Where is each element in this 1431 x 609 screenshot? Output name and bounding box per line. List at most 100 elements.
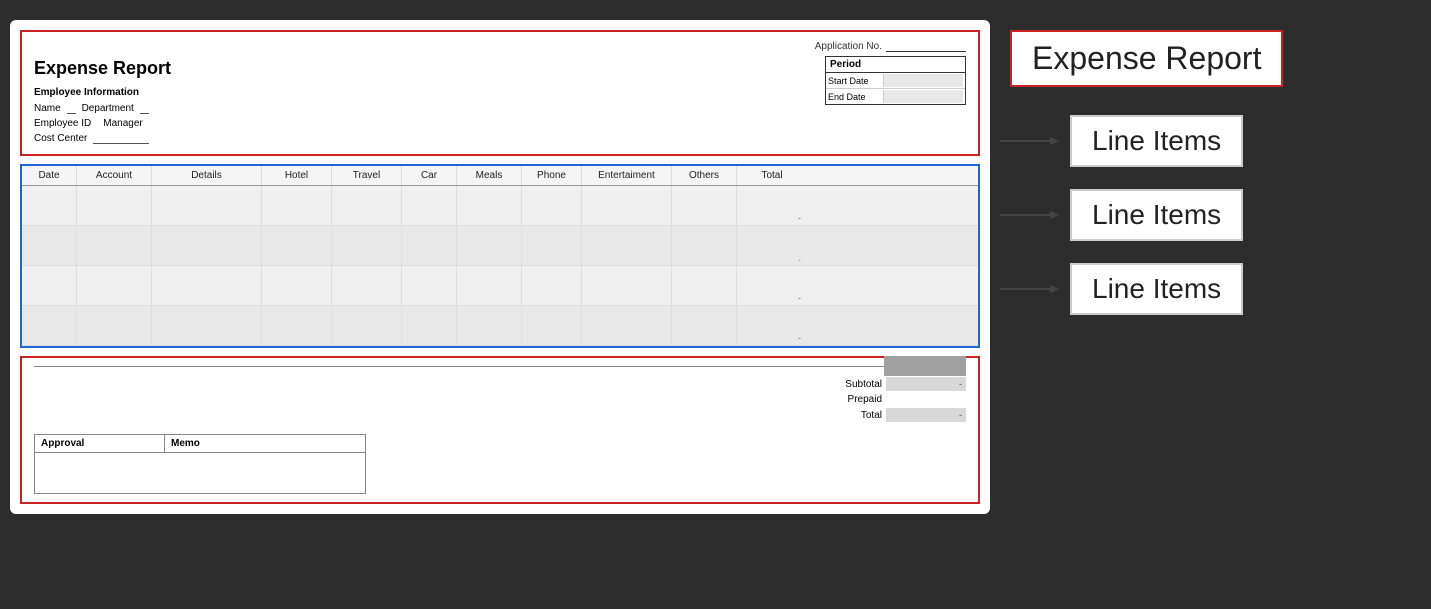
td-total-4: - bbox=[737, 306, 807, 345]
td-details-4 bbox=[152, 306, 262, 345]
td-account-1 bbox=[77, 186, 152, 225]
td-others-3 bbox=[672, 266, 737, 305]
td-date-2 bbox=[22, 226, 77, 265]
td-others-1 bbox=[672, 186, 737, 225]
td-date-1 bbox=[22, 186, 77, 225]
end-date-input[interactable] bbox=[883, 90, 963, 103]
td-travel-2 bbox=[332, 226, 402, 265]
end-date-row: End Date bbox=[826, 89, 965, 104]
td-hotel-1 bbox=[262, 186, 332, 225]
td-phone-3 bbox=[522, 266, 582, 305]
th-meals: Meals bbox=[457, 166, 522, 185]
start-date-label: Start Date bbox=[828, 76, 883, 86]
td-total-3: - bbox=[737, 266, 807, 305]
td-others-2 bbox=[672, 226, 737, 265]
prepaid-label: Prepaid bbox=[822, 394, 882, 405]
department-input[interactable] bbox=[140, 102, 149, 114]
td-total-2: . bbox=[737, 226, 807, 265]
section-table: Date Account Details Hotel Travel Car Me… bbox=[20, 164, 980, 348]
total-label: Total bbox=[822, 410, 882, 421]
department-label: Department bbox=[82, 103, 134, 114]
section-header: Application No. Expense Report Employee … bbox=[20, 30, 980, 156]
line-item-row-1: Line Items bbox=[1000, 115, 1421, 167]
employee-fields: Name Department Employee ID Manager Cost… bbox=[34, 102, 149, 144]
manager-label: Manager bbox=[103, 118, 142, 129]
subtotal-value: - bbox=[886, 377, 966, 391]
td-account-4 bbox=[77, 306, 152, 345]
arrow-svg-2 bbox=[1000, 207, 1060, 223]
td-travel-4 bbox=[332, 306, 402, 345]
approval-table: Approval Memo bbox=[34, 434, 366, 494]
td-phone-4 bbox=[522, 306, 582, 345]
th-total: Total bbox=[737, 166, 807, 185]
annotation-title: Expense Report bbox=[1010, 30, 1283, 87]
td-car-2 bbox=[402, 226, 457, 265]
name-input[interactable] bbox=[67, 102, 76, 114]
td-date-3 bbox=[22, 266, 77, 305]
th-account: Account bbox=[77, 166, 152, 185]
arrow-2 bbox=[1000, 207, 1060, 223]
td-entertainment-3 bbox=[582, 266, 672, 305]
td-meals-1 bbox=[457, 186, 522, 225]
employee-id-row: Employee ID Manager bbox=[34, 117, 149, 129]
end-date-label: End Date bbox=[828, 92, 883, 102]
th-details: Details bbox=[152, 166, 262, 185]
th-hotel: Hotel bbox=[262, 166, 332, 185]
table-row: . bbox=[22, 226, 978, 266]
arrow-3 bbox=[1000, 281, 1060, 297]
th-travel: Travel bbox=[332, 166, 402, 185]
td-total-1: - bbox=[737, 186, 807, 225]
td-hotel-4 bbox=[262, 306, 332, 345]
td-date-4 bbox=[22, 306, 77, 345]
td-hotel-2 bbox=[262, 226, 332, 265]
approval-body[interactable] bbox=[35, 453, 165, 493]
td-hotel-3 bbox=[262, 266, 332, 305]
section-footer: Subtotal - Prepaid Total - bbox=[20, 356, 980, 504]
cost-center-row: Cost Center bbox=[34, 132, 149, 144]
cost-center-input[interactable] bbox=[93, 132, 148, 144]
period-title: Period bbox=[826, 57, 965, 73]
document-area: Application No. Expense Report Employee … bbox=[10, 20, 990, 514]
app-no-box[interactable] bbox=[886, 40, 966, 52]
total-row: Total - bbox=[822, 408, 966, 422]
title-annotation-row: Expense Report bbox=[1000, 30, 1421, 87]
table-row: - bbox=[22, 306, 978, 346]
line-items-box-2: Line Items bbox=[1070, 189, 1243, 241]
th-date: Date bbox=[22, 166, 77, 185]
td-account-3 bbox=[77, 266, 152, 305]
line-item-row-2: Line Items bbox=[1000, 189, 1421, 241]
name-label: Name bbox=[34, 103, 61, 114]
total-header-box bbox=[884, 356, 966, 376]
td-car-3 bbox=[402, 266, 457, 305]
td-account-2 bbox=[77, 226, 152, 265]
start-date-input[interactable] bbox=[883, 74, 963, 87]
td-car-1 bbox=[402, 186, 457, 225]
td-phone-1 bbox=[522, 186, 582, 225]
subtotal-row: Subtotal - bbox=[822, 377, 966, 391]
approval-header: Approval bbox=[35, 435, 165, 453]
td-travel-3 bbox=[332, 266, 402, 305]
main-container: Application No. Expense Report Employee … bbox=[0, 0, 1431, 609]
summary-area: Subtotal - Prepaid Total - bbox=[34, 377, 966, 422]
td-car-4 bbox=[402, 306, 457, 345]
prepaid-row: Prepaid bbox=[822, 394, 966, 405]
td-entertainment-1 bbox=[582, 186, 672, 225]
td-meals-4 bbox=[457, 306, 522, 345]
td-details-2 bbox=[152, 226, 262, 265]
arrow-svg-3 bbox=[1000, 281, 1060, 297]
td-entertainment-2 bbox=[582, 226, 672, 265]
footer-divider bbox=[34, 366, 966, 367]
total-value: - bbox=[886, 408, 966, 422]
arrow-1 bbox=[1000, 133, 1060, 149]
td-meals-3 bbox=[457, 266, 522, 305]
memo-body[interactable] bbox=[165, 453, 365, 493]
th-phone: Phone bbox=[522, 166, 582, 185]
td-phone-2 bbox=[522, 226, 582, 265]
table-row: - bbox=[22, 266, 978, 306]
line-items-box-3: Line Items bbox=[1070, 263, 1243, 315]
start-date-row: Start Date bbox=[826, 73, 965, 89]
employee-id-label: Employee ID bbox=[34, 118, 91, 129]
td-others-4 bbox=[672, 306, 737, 345]
td-entertainment-4 bbox=[582, 306, 672, 345]
td-travel-1 bbox=[332, 186, 402, 225]
